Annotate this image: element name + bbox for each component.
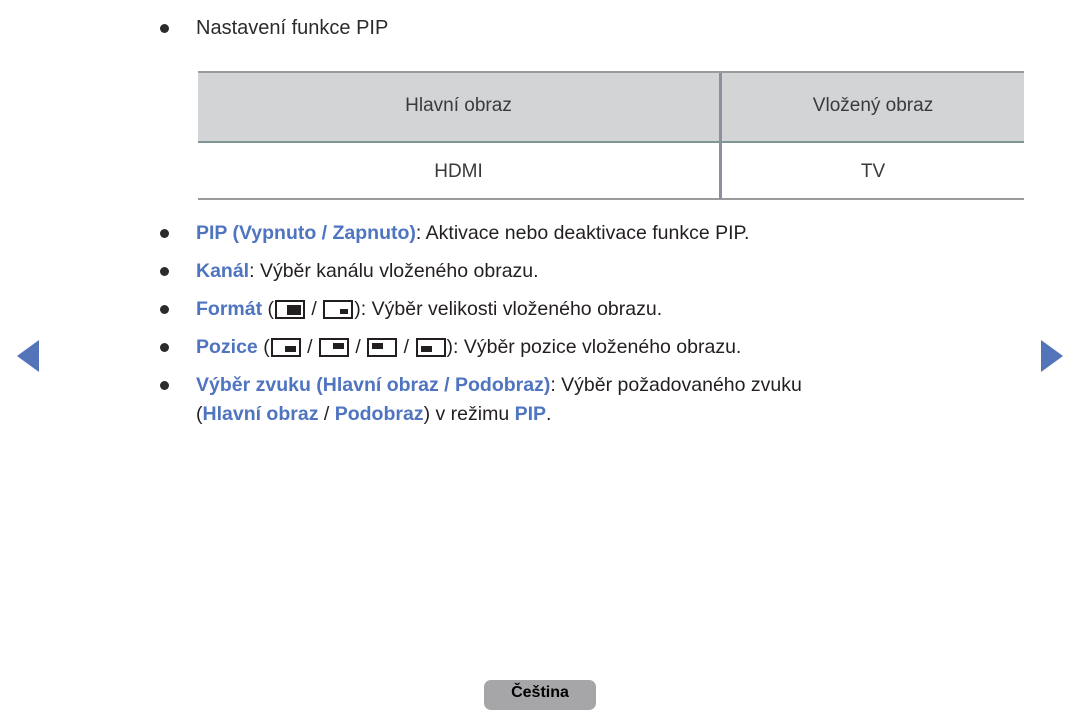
option-description: Výběr pozice vloženého obrazu. (463, 336, 742, 358)
bullet-dot-icon (160, 305, 169, 314)
sound-line2-period: . (546, 403, 552, 425)
page-title: Nastavení funkce PIP (196, 17, 389, 39)
bullet-dot-icon (160, 267, 169, 276)
option-separator: : (415, 222, 426, 244)
pip-source-table: Hlavní obraz Vložený obraz HDMI TV (198, 71, 1024, 200)
table-header-sub-picture: Vložený obraz (812, 95, 934, 116)
table-cell-main-source: HDMI (434, 161, 483, 182)
option-description: Výběr kanálu vloženého obrazu. (259, 260, 539, 282)
option-separator: : (550, 374, 562, 396)
option-description: Aktivace nebo deaktivace funkce PIP. (425, 222, 750, 244)
pip-position-top-left-icon (367, 338, 398, 357)
sound-term-main-picture: Hlavní obraz (202, 403, 319, 425)
sound-line2-middle: v režimu (430, 403, 515, 425)
list-item-text: PIP (Vypnuto / Zapnuto): Aktivace nebo d… (196, 219, 1040, 248)
option-separator: : (249, 260, 260, 282)
pip-size-large-icon (275, 300, 306, 319)
pip-position-bottom-right-icon (270, 338, 301, 357)
list-item: Kanál: Výběr kanálu vloženého obrazu. (160, 257, 1040, 286)
list-item: Výběr zvuku (Hlavní obraz / Podobraz): V… (160, 371, 1040, 429)
option-icons-open: ( (257, 336, 270, 358)
pip-position-bottom-left-icon (415, 338, 446, 357)
bullet-dot-icon (160, 381, 169, 390)
option-term-size: Formát (196, 298, 263, 320)
sound-term-sub-picture: Podobraz (334, 403, 424, 425)
table-rule-middle (198, 141, 1024, 143)
option-icon-separator: / (349, 336, 367, 358)
option-separator: : (453, 336, 464, 358)
prev-page-arrow-icon[interactable] (17, 340, 39, 372)
option-separator: : (360, 298, 372, 320)
next-page-arrow-icon[interactable] (1041, 340, 1063, 372)
list-item: PIP (Vypnuto / Zapnuto): Aktivace nebo d… (160, 219, 1040, 248)
list-item-text: Kanál: Výběr kanálu vloženého obrazu. (196, 257, 1040, 286)
option-term-position: Pozice (196, 336, 258, 358)
page-content: Nastavení funkce PIP (160, 0, 1040, 43)
pip-options-list: PIP (Vypnuto / Zapnuto): Aktivace nebo d… (160, 219, 1040, 438)
table-rule-top (198, 71, 1024, 73)
list-item-text: Pozice ( / / / ): Výběr pozice vloženého… (196, 333, 1040, 362)
table-rule-bottom (198, 198, 1024, 200)
table-header-main-picture: Hlavní obraz (405, 95, 512, 116)
option-icon-separator: / (306, 298, 323, 320)
option-description: Výběr požadovaného zvuku (561, 374, 802, 396)
option-term-sound-select: Výběr zvuku (Hlavní obraz / Podobraz) (196, 374, 551, 396)
option-term-pip: PIP (Vypnuto / Zapnuto) (196, 222, 416, 244)
list-item: Formát ( / ): Výběr velikosti vloženého … (160, 295, 1040, 324)
language-button[interactable]: Čeština (484, 680, 596, 710)
option-icon-separator: / (301, 336, 318, 358)
table-cell-sub-source: TV (860, 161, 886, 182)
bullet-dot-icon (160, 343, 169, 352)
heading-bullet-row: Nastavení funkce PIP (160, 0, 1040, 43)
list-item-text: Formát ( / ): Výběr velikosti vloženého … (196, 295, 1040, 324)
list-item-text: Výběr zvuku (Hlavní obraz / Podobraz): V… (196, 371, 1040, 429)
sound-line2-slash: / (318, 403, 335, 425)
bullet-dot-icon (160, 229, 169, 238)
option-description: Výběr velikosti vloženého obrazu. (371, 298, 663, 320)
bullet-dot-icon (160, 24, 169, 33)
pip-position-top-right-icon (318, 338, 349, 357)
pip-size-small-icon (323, 300, 354, 319)
list-item: Pozice ( / / / ): Výběr pozice vloženého… (160, 333, 1040, 362)
sound-term-pip: PIP (514, 403, 547, 425)
option-icon-separator: / (398, 336, 415, 358)
option-icons-open: ( (262, 298, 275, 320)
option-term-channel: Kanál (196, 260, 250, 282)
